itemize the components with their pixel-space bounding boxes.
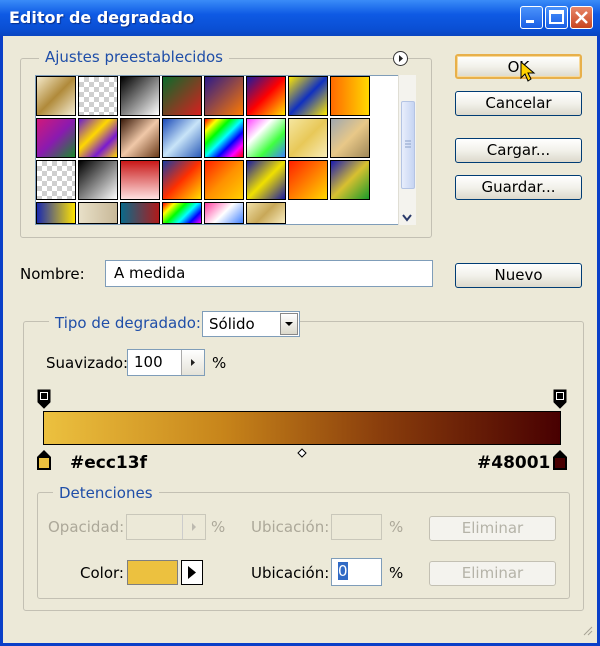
- window-title: Editor de degradado: [9, 8, 194, 27]
- location-unit-disabled: %: [389, 518, 404, 536]
- smoothness-label: Suavizado:: [46, 354, 129, 372]
- preset-swatch[interactable]: [330, 160, 370, 200]
- gradient-type-select[interactable]: Sólido: [202, 311, 300, 337]
- preset-swatch[interactable]: [120, 160, 160, 200]
- smoothness-input[interactable]: 100: [127, 349, 205, 376]
- preset-swatch[interactable]: [36, 118, 76, 158]
- preset-swatch[interactable]: [162, 118, 202, 158]
- preset-swatch[interactable]: [78, 118, 118, 158]
- gradient-bar[interactable]: [43, 411, 561, 445]
- delete-button-color: Eliminar: [429, 561, 556, 586]
- resize-grip-icon[interactable]: [581, 624, 593, 636]
- minimize-button[interactable]: [520, 6, 543, 29]
- preset-swatch[interactable]: [120, 118, 160, 158]
- preset-swatch[interactable]: [78, 160, 118, 200]
- start-color-hex: #ecc13f: [70, 453, 147, 473]
- play-right-icon: [192, 523, 196, 531]
- preset-swatch[interactable]: [246, 160, 286, 200]
- opacity-label: Opacidad:: [48, 518, 125, 536]
- smoothness-slider-button[interactable]: [181, 350, 204, 375]
- opacity-slider-button: [182, 515, 205, 539]
- smoothness-value: 100: [134, 353, 163, 371]
- preset-swatch[interactable]: [120, 202, 160, 224]
- presets-swatch-grid: [36, 76, 376, 224]
- preset-swatch[interactable]: [288, 76, 328, 116]
- end-color-hex: #48001: [477, 453, 551, 473]
- save-button-label: Guardar...: [481, 178, 556, 196]
- color-stop-left[interactable]: [36, 449, 52, 471]
- close-button[interactable]: [570, 6, 593, 29]
- opacity-unit: %: [211, 518, 226, 536]
- preset-swatch[interactable]: [330, 118, 370, 158]
- maximize-icon: [549, 10, 564, 24]
- preset-swatch[interactable]: [246, 118, 286, 158]
- preset-swatch[interactable]: [288, 118, 328, 158]
- preset-swatch[interactable]: [162, 160, 202, 200]
- preset-swatch[interactable]: [204, 160, 244, 200]
- preset-swatch[interactable]: [204, 76, 244, 116]
- play-right-icon: [191, 359, 195, 366]
- color-label: Color:: [80, 564, 124, 582]
- dropdown-button[interactable]: [280, 313, 298, 335]
- opacity-stop-right[interactable]: [553, 389, 567, 409]
- location-unit: %: [389, 564, 404, 582]
- gradient-midpoint-diamond[interactable]: [297, 448, 307, 458]
- location-value: 0: [338, 562, 348, 580]
- preset-swatch[interactable]: [204, 202, 244, 224]
- scrollbar-thumb[interactable]: [401, 101, 415, 189]
- preset-swatch[interactable]: [120, 76, 160, 116]
- color-menu-button[interactable]: [181, 560, 203, 585]
- minimize-icon: [526, 20, 534, 23]
- color-stop-right[interactable]: [552, 449, 568, 471]
- chevron-down-icon: [285, 322, 293, 326]
- preset-swatch[interactable]: [36, 76, 76, 116]
- new-button[interactable]: Nuevo: [455, 263, 582, 288]
- smoothness-unit: %: [212, 354, 227, 372]
- stops-legend: Detenciones: [53, 484, 159, 502]
- play-right-icon: [188, 566, 196, 579]
- load-button[interactable]: Cargar...: [455, 138, 582, 163]
- gradient-type-value: Sólido: [209, 315, 255, 333]
- cancel-button[interactable]: Cancelar: [455, 91, 582, 116]
- location-label: Ubicación:: [251, 564, 330, 582]
- preset-swatch[interactable]: [162, 76, 202, 116]
- load-button-label: Cargar...: [486, 141, 551, 159]
- save-button[interactable]: Guardar...: [455, 175, 582, 200]
- location-input[interactable]: 0: [331, 558, 382, 586]
- close-icon: [575, 11, 588, 24]
- preset-swatch[interactable]: [78, 202, 118, 224]
- gradient-editor-window: Editor de degradado Ajustes preestableci…: [0, 0, 600, 646]
- preset-swatch[interactable]: [246, 202, 286, 224]
- delete-button-opacity: Eliminar: [429, 516, 556, 541]
- presets-menu-button[interactable]: [393, 51, 408, 66]
- scroll-down-icon[interactable]: [399, 211, 416, 225]
- opacity-stop-left[interactable]: [37, 389, 51, 409]
- name-label: Nombre:: [20, 265, 85, 283]
- color-swatch[interactable]: [127, 560, 178, 585]
- maximize-button[interactable]: [545, 6, 568, 29]
- presets-scrollbar[interactable]: [398, 75, 416, 225]
- mouse-cursor-icon: [520, 60, 536, 82]
- delete-button-opacity-label: Eliminar: [461, 519, 524, 537]
- gradient-type-label: Tipo de degradado:: [49, 314, 207, 332]
- grip-icon: [405, 140, 411, 148]
- preset-swatch[interactable]: [36, 202, 76, 224]
- delete-button-color-label: Eliminar: [461, 564, 524, 582]
- preset-swatch[interactable]: [246, 76, 286, 116]
- play-right-icon: [399, 55, 403, 62]
- location-label-disabled: Ubicación:: [251, 518, 330, 536]
- opacity-input: [126, 514, 206, 540]
- name-input[interactable]: A medida: [105, 260, 433, 287]
- presets-legend: Ajustes preestablecidos: [39, 48, 229, 66]
- preset-swatch[interactable]: [162, 202, 202, 224]
- preset-swatch[interactable]: [330, 76, 370, 116]
- title-bar[interactable]: Editor de degradado: [0, 0, 600, 36]
- preset-swatch[interactable]: [204, 118, 244, 158]
- location-input-disabled: [331, 514, 382, 540]
- new-button-label: Nuevo: [494, 266, 543, 284]
- preset-swatch[interactable]: [288, 160, 328, 200]
- preset-swatch[interactable]: [78, 76, 118, 116]
- cancel-button-label: Cancelar: [485, 94, 552, 112]
- preset-swatch[interactable]: [36, 160, 76, 200]
